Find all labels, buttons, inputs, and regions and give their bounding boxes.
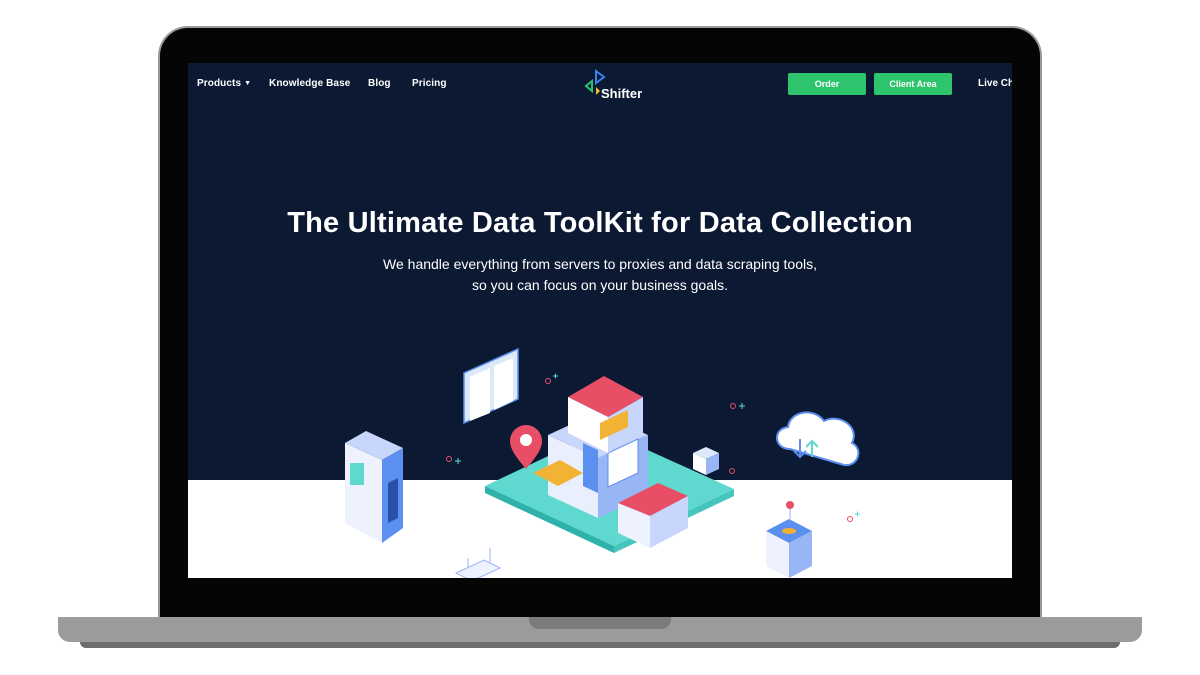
nav-blog[interactable]: Blog (368, 78, 391, 89)
laptop-notch (529, 617, 671, 629)
shifter-logo[interactable]: Shifter (584, 67, 654, 101)
top-navigation: Products ▼ Knowledge Base Blog Pricing Sh… (188, 63, 1012, 107)
hero-illustration (345, 347, 860, 578)
browser-window-icon (463, 347, 519, 425)
hero-subtitle-line2: so you can focus on your business goals. (471, 277, 729, 293)
nav-knowledge-base[interactable]: Knowledge Base (269, 78, 350, 89)
laptop-screen: Products ▼ Knowledge Base Blog Pricing Sh… (188, 63, 1012, 578)
live-chat-link[interactable]: Live Ch (978, 78, 1012, 89)
server-block-icon (693, 447, 719, 475)
client-area-button[interactable]: Client Area (874, 73, 952, 95)
nav-pricing[interactable]: Pricing (412, 78, 447, 89)
logo-text: Shifter (601, 86, 643, 101)
router-icon (454, 548, 502, 578)
server-cabinet-icon (345, 431, 403, 543)
hero-title: The Ultimate Data ToolKit for Data Colle… (287, 207, 913, 239)
server-tower-icon (766, 501, 812, 578)
nav-products[interactable]: Products ▼ (197, 78, 251, 89)
nav-products-label: Products (197, 78, 242, 89)
hero-subtitle-line1: We handle everything from servers to pro… (383, 256, 817, 272)
order-button[interactable]: Order (788, 73, 866, 95)
cloud-icon (776, 411, 860, 467)
laptop-foot (80, 642, 1120, 648)
caret-down-icon: ▼ (244, 80, 252, 87)
